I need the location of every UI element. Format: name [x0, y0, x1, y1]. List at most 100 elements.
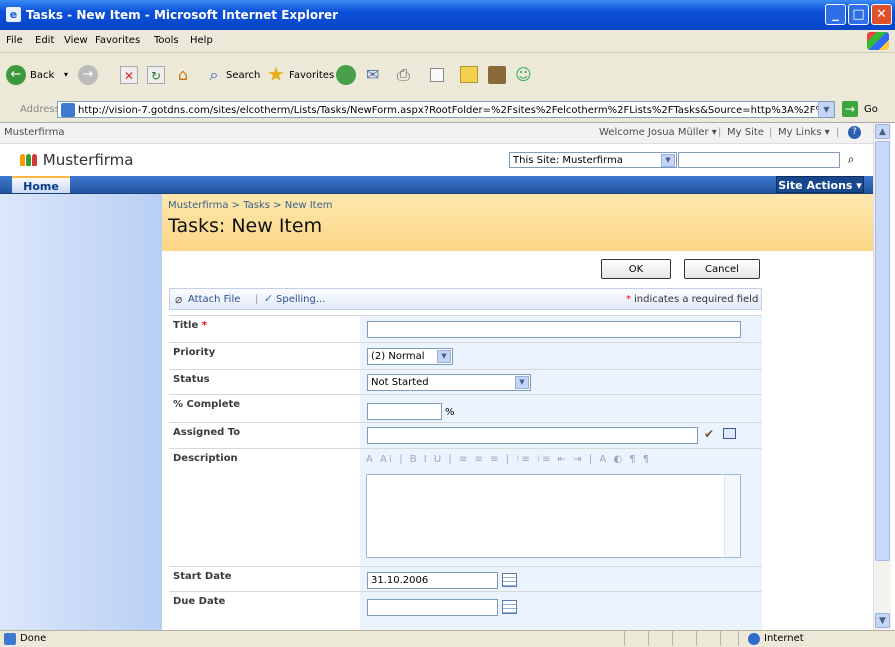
field-row-title: Title *	[169, 315, 762, 342]
percent-complete-input[interactable]	[367, 403, 442, 420]
refresh-icon[interactable]: ↻	[147, 66, 165, 84]
chevron-down-icon: ▼	[661, 154, 675, 167]
address-book-icon[interactable]	[723, 428, 736, 439]
home-icon[interactable]: ⌂	[173, 65, 193, 85]
field-row-complete: % Complete %	[169, 394, 762, 422]
research-icon[interactable]	[488, 66, 506, 84]
editor-scrollbar[interactable]	[724, 475, 740, 557]
top-nav-bar: Home Site Actions ▾	[0, 176, 873, 194]
go-arrow-icon[interactable]: →	[842, 101, 858, 117]
priority-select[interactable]: (2) Normal ▼	[367, 348, 453, 365]
close-button[interactable]: ✕	[871, 4, 892, 25]
calendar-icon[interactable]	[502, 573, 517, 587]
due-date-label: Due Date	[169, 592, 360, 630]
maximize-button[interactable]: □	[848, 4, 869, 25]
attach-file-link[interactable]: Attach File	[188, 294, 240, 305]
welcome-menu[interactable]: Welcome Josua Müller ▾	[599, 127, 717, 138]
description-editor[interactable]	[366, 474, 741, 558]
browser-toolbar: ← Back ▾ → ✕ ↻ ⌂ ⌕ Search ★ Favorites ✉ …	[0, 53, 895, 99]
spelling-icon: ✓	[264, 292, 274, 305]
edit-icon[interactable]	[430, 68, 444, 82]
scroll-thumb[interactable]	[875, 141, 890, 561]
field-row-priority: Priority (2) Normal ▼	[169, 342, 762, 369]
chevron-down-icon: ▼	[515, 376, 529, 389]
start-date-input[interactable]: 31.10.2006	[367, 572, 498, 589]
menu-edit[interactable]: Edit	[35, 35, 54, 46]
menu-tools[interactable]: Tools	[154, 35, 179, 46]
minimize-button[interactable]: _	[825, 4, 846, 25]
status-value: Not Started	[371, 377, 429, 388]
forward-icon[interactable]: →	[78, 65, 98, 85]
paperclip-icon: ⌀	[175, 292, 183, 306]
ok-button[interactable]: OK	[601, 259, 671, 279]
search-scope-select[interactable]: This Site: Musterfirma ▼	[509, 152, 677, 168]
tab-home[interactable]: Home	[12, 176, 70, 193]
field-row-status: Status Not Started ▼	[169, 369, 762, 394]
left-nav	[0, 194, 162, 630]
status-bar: Done Internet	[0, 630, 895, 647]
status-select[interactable]: Not Started ▼	[367, 374, 531, 391]
site-actions-menu[interactable]: Site Actions ▾	[776, 176, 864, 193]
complete-label: % Complete	[169, 395, 360, 422]
search-button-label[interactable]: Search	[226, 70, 260, 81]
site-logo[interactable]: Musterfirma	[20, 151, 133, 169]
new-item-form: OK Cancel ⌀ Attach File | ✓ Spelling... …	[162, 251, 873, 630]
back-icon[interactable]: ←	[6, 65, 26, 85]
assigned-to-input[interactable]	[367, 427, 698, 444]
calendar-icon[interactable]	[502, 600, 517, 614]
search-icon[interactable]: ⌕	[204, 65, 224, 85]
windows-logo-icon	[867, 32, 889, 50]
top-site-link[interactable]: Musterfirma	[4, 127, 64, 138]
help-icon[interactable]: ?	[848, 126, 861, 139]
ie-icon: e	[6, 7, 21, 22]
field-row-due-date: Due Date	[169, 591, 762, 630]
scroll-up-icon[interactable]: ▲	[875, 124, 890, 139]
site-name: Musterfirma	[42, 151, 134, 169]
start-date-label: Start Date	[169, 567, 360, 591]
address-label: Address	[20, 104, 60, 115]
cancel-button[interactable]: Cancel	[684, 259, 760, 279]
back-dropdown-icon[interactable]: ▾	[64, 70, 68, 79]
my-site-link[interactable]: My Site	[727, 127, 764, 138]
search-input[interactable]	[678, 152, 840, 168]
check-names-icon[interactable]: ✔	[704, 427, 714, 441]
assigned-label: Assigned To	[169, 423, 360, 448]
folder-icon[interactable]	[460, 66, 478, 83]
breadcrumb[interactable]: Musterfirma > Tasks > New Item	[168, 200, 332, 211]
menu-view[interactable]: View	[64, 35, 88, 46]
menu-file[interactable]: File	[6, 35, 23, 46]
required-asterisk: *	[626, 294, 631, 305]
mail-icon[interactable]: ✉	[366, 66, 388, 84]
back-button-label[interactable]: Back	[30, 70, 54, 81]
menu-favorites[interactable]: Favorites	[95, 35, 140, 46]
address-dropdown-icon[interactable]: ▼	[818, 102, 834, 117]
address-input[interactable]: http://vision-7.gotdns.com/sites/elcothe…	[57, 101, 835, 118]
messenger-icon[interactable]: ☺	[515, 65, 537, 85]
go-button-label[interactable]: Go	[864, 104, 878, 115]
required-note: indicates a required field	[634, 294, 759, 305]
rich-text-toolbar[interactable]: A A⁞ | B I U | ≡ ≡ ≡ | ⁝≡ ⁝≡ ⇤ ⇥ | A ◐ ¶…	[366, 454, 651, 465]
my-links-menu[interactable]: My Links ▾	[778, 127, 830, 138]
status-text: Done	[20, 633, 47, 644]
required-asterisk: *	[201, 320, 207, 331]
favorites-button-label[interactable]: Favorites	[289, 70, 334, 81]
menu-help[interactable]: Help	[190, 35, 213, 46]
page-icon	[61, 103, 75, 117]
page-status-icon	[4, 633, 16, 645]
scroll-down-icon[interactable]: ▼	[875, 613, 890, 628]
search-go-icon[interactable]: ⌕	[843, 152, 859, 168]
search-scope-value: This Site: Musterfirma	[513, 155, 623, 166]
print-icon[interactable]: ⎙	[397, 65, 419, 85]
status-label: Status	[169, 370, 360, 394]
spelling-link[interactable]: Spelling...	[276, 294, 325, 305]
title-input[interactable]	[367, 321, 741, 338]
sp-header: Musterfirma This Site: Musterfirma ▼ ⌕	[0, 144, 873, 176]
percent-sign: %	[445, 407, 455, 418]
favorites-star-icon[interactable]: ★	[266, 63, 286, 85]
menu-bar: File Edit View Favorites Tools Help	[0, 30, 895, 53]
history-icon[interactable]	[336, 65, 356, 85]
start-date-value: 31.10.2006	[371, 575, 429, 586]
stop-icon[interactable]: ✕	[120, 66, 138, 84]
due-date-input[interactable]	[367, 599, 498, 616]
vertical-scrollbar[interactable]: ▲ ▼	[873, 123, 891, 630]
